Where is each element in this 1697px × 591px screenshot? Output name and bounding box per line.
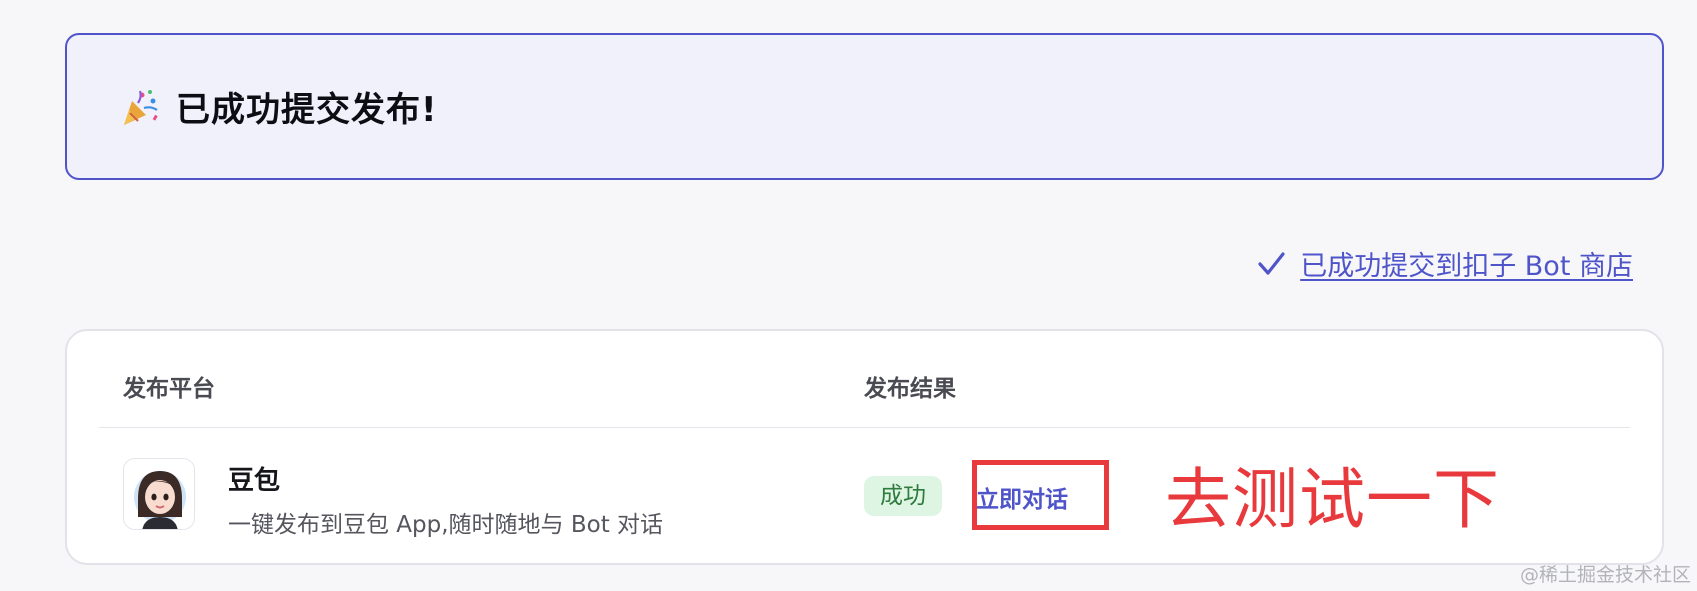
- check-icon: [1256, 249, 1286, 279]
- annotation-text: 去测试一下: [1165, 461, 1500, 538]
- watermark: @稀土掘金技术社区: [1519, 564, 1691, 586]
- publish-result-page: 已成功提交发布! 已成功提交到扣子 Bot 商店 发布平台 发布结果 豆包 一键…: [0, 0, 1697, 591]
- platform-name: 豆包: [228, 466, 281, 496]
- status-badge: 成功: [864, 476, 942, 516]
- platform-description: 一键发布到豆包 App,随时随地与 Bot 对话: [228, 512, 664, 538]
- success-banner: 已成功提交发布!: [65, 33, 1664, 180]
- banner-title: 已成功提交发布!: [176, 90, 438, 130]
- store-link-label[interactable]: 已成功提交到扣子 Bot 商店: [1300, 244, 1633, 283]
- annotation-highlight-box: [972, 460, 1109, 530]
- header-platform: 发布平台: [123, 376, 215, 402]
- doubao-avatar-icon: [123, 458, 195, 530]
- store-submission-link[interactable]: 已成功提交到扣子 Bot 商店: [1256, 244, 1633, 283]
- party-popper-icon: [120, 87, 160, 127]
- header-result: 发布结果: [864, 376, 956, 402]
